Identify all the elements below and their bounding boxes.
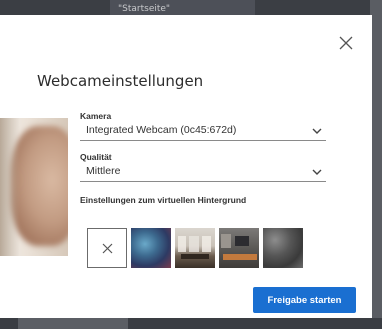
virtual-background-label: Einstellungen zum virtuellen Hintergrund xyxy=(80,195,247,205)
dialog-title: Webcameinstellungen xyxy=(37,72,204,90)
background-footer-strip xyxy=(18,318,128,329)
chevron-down-icon xyxy=(312,128,322,134)
close-icon xyxy=(102,243,112,253)
background-option-texture[interactable] xyxy=(263,228,303,268)
webcam-settings-dialog: Webcameinstellungen Kamera Integrated We… xyxy=(0,15,372,318)
quality-select[interactable]: Mittlere xyxy=(80,164,326,182)
camera-select[interactable]: Integrated Webcam (0c45:672d) xyxy=(80,123,326,141)
camera-label: Kamera xyxy=(80,111,112,121)
camera-select-value: Integrated Webcam (0c45:672d) xyxy=(86,124,237,136)
webcam-preview xyxy=(0,118,68,256)
close-button[interactable] xyxy=(336,33,356,53)
start-sharing-button[interactable]: Freigabe starten xyxy=(253,287,356,313)
close-icon xyxy=(339,36,353,50)
chevron-down-icon xyxy=(312,169,322,175)
background-option-blur[interactable] xyxy=(131,228,171,268)
quality-label: Qualität xyxy=(80,152,112,162)
background-option-room-1[interactable] xyxy=(175,228,215,268)
background-option-room-2[interactable] xyxy=(219,228,259,268)
background-option-none[interactable] xyxy=(87,228,127,268)
background-tab-label: "Startseite" xyxy=(118,4,171,14)
quality-select-value: Mittlere xyxy=(86,165,121,177)
